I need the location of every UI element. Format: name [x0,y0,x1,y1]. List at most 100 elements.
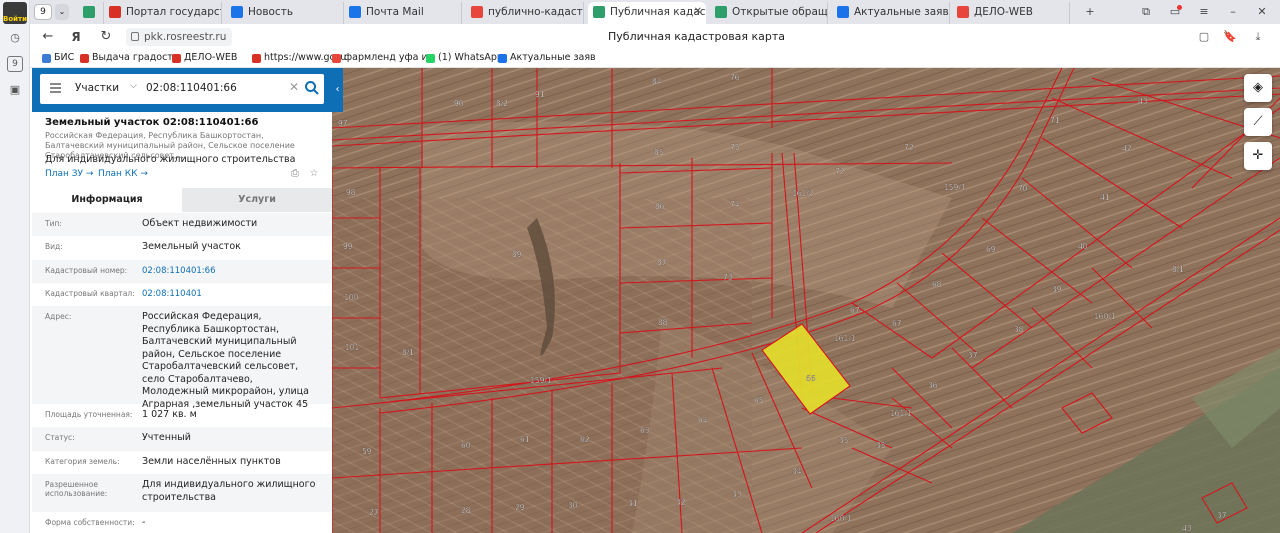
parcel-label[interactable]: 38 [1014,325,1024,334]
tab-dropdown-icon[interactable]: ⌄ [55,4,69,20]
cadastral-map[interactable]: 84 76 90 8/2 91 43 97 71 42 85 75 72 72 159/1 70 41 98 86… [332,68,1280,533]
parcel-label[interactable]: 29 [515,503,525,512]
layers-icon[interactable]: ◈ [1244,74,1272,102]
parcel-label[interactable]: 33 [732,490,742,499]
locate-crosshair-icon[interactable]: ✛ [1244,142,1272,170]
close-window-button[interactable]: ✕ [1254,4,1270,20]
parcel-label[interactable]: 72 [904,143,914,152]
browser-tab[interactable]: Новость [226,2,344,24]
parcel-label[interactable]: 101 [345,343,360,352]
search-box[interactable]: Участки ⌵ 02:08:110401:66 ✕ [40,74,324,104]
parcel-label[interactable]: 59 [362,447,372,456]
clear-icon[interactable]: ✕ [289,80,299,94]
menu-icon[interactable]: ≡ [1196,4,1212,20]
parcel-label[interactable]: 32 [676,498,686,507]
parcel-label[interactable]: 73 [723,273,733,282]
parcel-label[interactable]: 98 [346,188,356,197]
print-icon[interactable]: ⎙ [289,168,301,180]
browser-tab[interactable]: Портал государственн [104,2,222,24]
parcel-label[interactable]: 161/1 [834,334,856,343]
parcel-label[interactable]: 43 [1138,97,1148,106]
plan-zu-link[interactable]: План ЗУ → [45,169,93,179]
parcel-label[interactable]: 31 [628,499,638,508]
parcel-label[interactable]: 41 [1100,193,1110,202]
parcel-label[interactable]: 160/1 [830,514,852,523]
parcel-label[interactable]: 88 [658,318,668,327]
parcel-label[interactable]: 159/1 [530,376,552,385]
tab-pinned[interactable] [74,2,104,24]
parcel-label[interactable]: 161/1 [890,409,912,418]
browser-tab[interactable]: Почта Mail [344,2,462,24]
reload-icon[interactable]: ↻ [98,29,114,45]
info-row-value[interactable]: 02:08:110401 [142,288,322,301]
search-icon[interactable] [304,80,320,96]
parcel-label[interactable]: 36 [928,381,938,390]
bookmark-item[interactable]: (1) WhatsApp [426,52,503,63]
url-field[interactable]: pkk.rosreestr.ru [126,28,233,46]
parcel-label[interactable]: 65 [754,396,764,405]
parcel-label[interactable]: 42 [1122,144,1132,153]
bookmark-item[interactable]: БИС [42,52,74,63]
parcel-label[interactable]: 86 [655,202,665,211]
parcel-label[interactable]: 161/2 [792,189,814,198]
parcel-label[interactable]: 37 [1217,511,1227,520]
browser-tab[interactable]: Публичная кадастро✕ [588,2,706,24]
browser-tab[interactable]: Актуальные заявления [832,2,950,24]
parcel-label[interactable]: 27 [369,508,379,517]
parcel-label[interactable]: 90 [454,99,464,108]
bookmark-item[interactable]: Актуальные заяв [498,52,596,63]
tab-services[interactable]: Услуги [182,188,332,212]
minimize-button[interactable]: – [1225,4,1241,20]
bookmark-item[interactable]: фармленд уфа и [332,52,428,63]
parcel-label[interactable]: 8/1 [402,348,415,357]
menu-hamburger-icon[interactable] [50,83,61,85]
parcel-label[interactable]: 85 [654,148,664,157]
browser-tab[interactable]: Открытые обращения [710,2,828,24]
parcel-label[interactable]: 87 [657,258,667,267]
browser-tab[interactable]: ДЕЛО-WEB [952,2,1070,24]
parcel-label[interactable]: 39 [1052,285,1062,294]
parcel-label[interactable]: 100 [344,293,359,302]
parcel-label[interactable]: 68 [932,280,942,289]
parcel-label[interactable]: 40 [1078,242,1088,251]
parcel-label[interactable]: 8/2 [496,99,509,108]
bookmark-icon[interactable]: 🔖 [1222,29,1238,45]
parcel-label[interactable]: 159/1 [944,183,966,192]
parcel-label[interactable]: 89 [512,250,522,259]
collections-icon[interactable]: ⧉ [1138,4,1154,20]
back-icon[interactable]: ← [40,29,56,45]
parcel-label[interactable]: 91 [535,90,545,99]
measure-ruler-icon[interactable]: ⟋ [1244,108,1272,136]
chevron-down-icon[interactable]: ⌵ [130,81,137,91]
parcel-label[interactable]: 72 [835,167,845,176]
search-input[interactable]: 02:08:110401:66 [146,82,237,94]
download-icon[interactable]: ⤓ [1250,29,1266,45]
parcel-label[interactable]: 99 [343,242,353,251]
parcel-label[interactable]: 63 [640,426,650,435]
plan-kk-link[interactable]: План КК → [98,169,148,179]
parcel-label[interactable]: 76 [730,73,740,82]
tabs-count-icon[interactable]: 9 [7,56,23,72]
tab-counter[interactable]: 9 [34,4,52,20]
screenshot-icon[interactable]: ▣ [7,82,23,98]
parcel-label[interactable]: 35 [839,436,849,445]
browser-tab[interactable]: публично-кадастрова [466,2,584,24]
bookmark-item[interactable]: ДЕЛО-WEB [172,52,237,63]
map-canvas[interactable]: 84 76 90 8/2 91 43 97 71 42 85 75 72 72 159/1 70 41 98 86… [332,68,1280,533]
parcel-label[interactable]: 66 [806,374,816,383]
parcel-label[interactable]: 69 [986,245,996,254]
history-icon[interactable]: ◷ [7,30,23,46]
bookmark-item[interactable]: Выдача градостр [80,52,179,63]
parcel-label[interactable]: 67 [850,306,860,315]
parcel-label[interactable]: 62 [580,435,590,444]
parcel-label[interactable]: 75 [730,143,740,152]
parcel-label[interactable]: 61 [520,435,530,444]
tab-information[interactable]: Информация [32,188,182,212]
profile-avatar[interactable]: Войти [3,2,27,24]
parcel-label[interactable]: 60 [461,441,471,450]
parcel-label[interactable]: 35 [876,441,886,450]
info-row-value[interactable]: 02:08:110401:66 [142,265,322,278]
close-tab-icon[interactable]: ✕ [694,2,702,22]
parcel-label[interactable]: 70 [1018,184,1028,193]
parcel-label[interactable]: 97 [338,119,348,128]
